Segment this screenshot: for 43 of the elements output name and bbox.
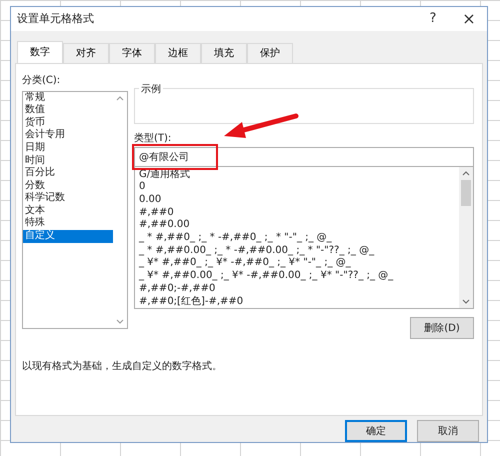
ok-button[interactable]: 确定 [345,420,407,442]
tab[interactable]: 边框 [155,42,201,63]
format-item[interactable]: _ ¥* #,##0_ ;_ ¥* -#,##0_ ;_ ¥* "-"_ ;_ @_ [139,257,455,270]
sample-label: 示例 [139,82,163,96]
category-item[interactable]: 特殊 [23,217,113,230]
category-item[interactable]: 常规 [23,92,113,104]
category-item[interactable]: 百分比 [23,167,113,180]
close-button[interactable]: × [451,8,487,30]
scroll-thumb[interactable] [461,180,471,206]
format-item[interactable]: _ ¥* #,##0.00_ ;_ ¥* -#,##0.00_ ;_ ¥* "-"??_ ;_ @_ [139,270,455,283]
tab[interactable]: 填充 [201,42,247,63]
category-item[interactable]: 货币 [23,116,113,130]
category-item[interactable]: 文本 [23,204,113,218]
format-item[interactable]: #,##0 [139,206,455,220]
format-item[interactable]: #,##0;-#,##0 [139,282,455,296]
window-title: 设置单元格格式 [17,11,95,26]
description-text: 以现有格式为基础，生成自定义的数字格式。 [22,360,223,373]
cancel-button[interactable]: 取消 [417,420,479,442]
category-item[interactable]: 时间 [23,154,113,168]
scroll-up-icon[interactable] [462,170,470,176]
help-button[interactable]: ? [415,8,451,30]
format-item[interactable]: 0 [139,181,455,194]
category-item[interactable]: 自定义 [23,230,113,243]
type-label: 类型(T): [134,132,172,145]
delete-button[interactable]: 删除(D) [410,316,474,339]
category-item[interactable]: 分数 [23,180,113,192]
category-label: 分类(C): [22,74,62,87]
format-item[interactable]: #,##0;[红色]-#,##0 [139,296,455,308]
format-item[interactable]: #,##0.00 [139,219,455,232]
tab[interactable]: 数字 [17,40,63,63]
format-item[interactable]: _ * #,##0_ ;_ * -#,##0_ ;_ * "-"_ ;_ @_ [139,232,455,245]
scroll-up-icon[interactable] [116,96,124,101]
format-item[interactable]: 0.00 [139,194,455,207]
category-item[interactable]: 会计专用 [23,129,113,142]
category-item[interactable]: 科学记数 [23,192,113,205]
scroll-down-icon[interactable] [462,298,470,304]
category-item[interactable]: 数值 [23,104,113,117]
format-item[interactable]: _ * #,##0.00_ ;_ * -#,##0.00_ ;_ * "-"??_ ;_ @_ [139,244,455,258]
tab[interactable]: 保护 [247,42,293,63]
tab[interactable]: 对齐 [63,42,109,63]
tab[interactable]: 字体 [109,42,155,63]
category-item[interactable]: 日期 [23,142,113,155]
scroll-down-icon[interactable] [116,318,124,324]
